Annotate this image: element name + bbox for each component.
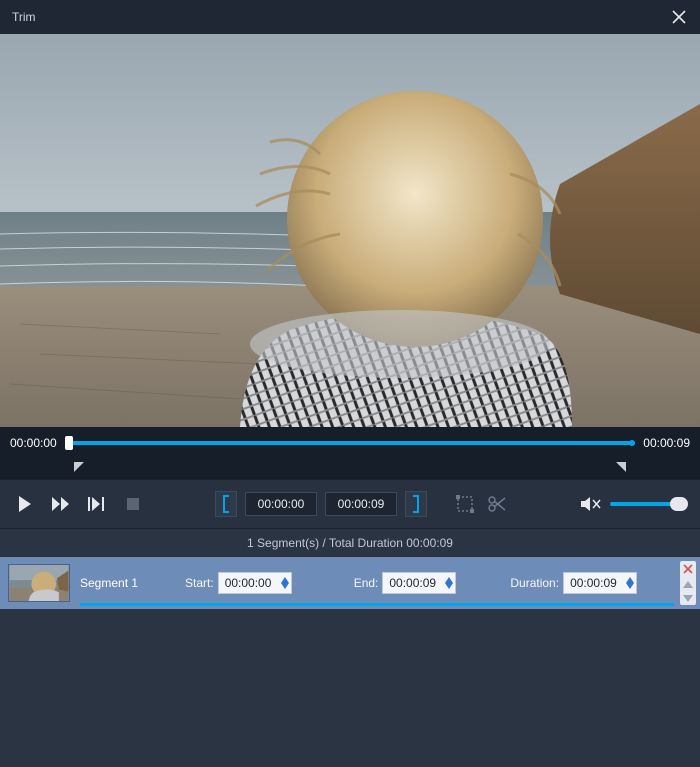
segment-range-bar [80,603,674,606]
segment-start-input[interactable]: 00:00:00 [218,572,292,594]
segment-duration-stepper[interactable] [626,577,634,589]
volume-slider[interactable] [610,502,686,506]
segment-end-label: End: [354,576,379,590]
set-start-bracket-button[interactable] [215,491,237,517]
bracket-left-icon [221,495,231,513]
scissors-icon [487,494,507,514]
window-title: Trim [12,10,36,24]
delete-segment-button[interactable] [683,564,693,574]
segment-end-input[interactable]: 00:00:09 [382,572,456,594]
segment-duration-label: Duration: [510,576,559,590]
segment-row[interactable]: Segment 1 Start: 00:00:00 End: 00:00:09 … [0,557,700,609]
volume-mute-icon [581,496,601,512]
range-start-marker[interactable] [74,462,84,472]
segments-summary: 1 Segment(s) / Total Duration 00:00:09 [0,529,700,557]
seek-handle[interactable] [65,436,73,450]
chevron-down-icon [281,583,289,589]
end-time-field[interactable]: 00:00:09 [325,492,397,516]
video-preview[interactable] [0,34,700,427]
current-time: 00:00:00 [10,436,57,450]
bracket-right-icon [411,495,421,513]
total-time: 00:00:09 [643,436,690,450]
crop-tool-button[interactable] [453,492,477,516]
next-frame-button[interactable] [86,493,108,515]
chevron-down-icon [445,583,453,589]
play-icon [18,496,32,512]
segment-start-stepper[interactable] [281,577,289,589]
playback-controls: 00:00:00 00:00:09 [0,479,700,529]
segment-duration-value: 00:00:09 [570,576,617,590]
set-end-bracket-button[interactable] [405,491,427,517]
segment-name: Segment 1 [80,576,185,590]
move-down-button[interactable] [683,595,693,602]
fast-forward-button[interactable] [50,493,72,515]
crop-icon [455,494,475,514]
title-bar: Trim [0,0,700,34]
play-button[interactable] [14,493,36,515]
segment-end-stepper[interactable] [445,577,453,589]
seek-end-dot [629,440,635,446]
close-button[interactable] [670,8,688,26]
stop-button[interactable] [122,493,144,515]
next-frame-icon [88,497,106,511]
fast-forward-icon [52,497,70,511]
mute-button[interactable] [580,493,602,515]
range-end-marker[interactable] [616,462,626,472]
segment-start-value: 00:00:00 [225,576,272,590]
split-tool-button[interactable] [485,492,509,516]
chevron-down-icon [626,583,634,589]
move-up-button[interactable] [683,581,693,588]
segment-start-label: Start: [185,576,214,590]
close-icon [672,10,686,24]
volume-handle[interactable] [670,497,688,511]
segment-end-value: 00:00:09 [389,576,436,590]
start-time-field[interactable]: 00:00:00 [245,492,317,516]
range-bar [0,459,700,479]
segment-duration-input[interactable]: 00:00:09 [563,572,637,594]
segment-thumbnail [8,564,70,602]
segment-side-tools [680,561,696,605]
bottom-region [0,609,700,757]
seek-track[interactable] [65,435,636,451]
stop-icon [127,498,139,510]
time-bar: 00:00:00 00:00:09 [0,427,700,459]
segments-summary-text: 1 Segment(s) / Total Duration 00:00:09 [247,536,453,550]
preview-scene [0,34,700,427]
